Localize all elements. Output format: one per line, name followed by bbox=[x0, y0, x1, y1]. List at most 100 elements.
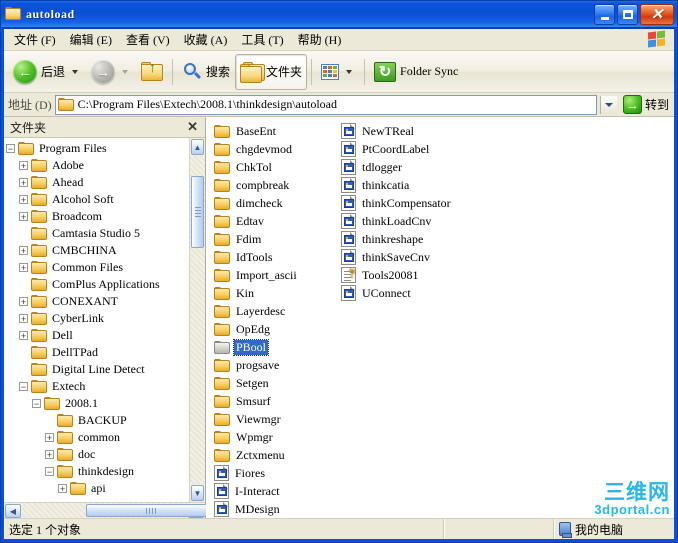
tree-scroll-thumb[interactable] bbox=[191, 176, 204, 248]
file-list-item[interactable]: MDesign bbox=[214, 500, 342, 518]
tree-item[interactable]: BACKUP bbox=[4, 412, 189, 429]
expand-icon[interactable]: + bbox=[19, 263, 28, 272]
tree-item[interactable]: − Program Files bbox=[4, 140, 189, 157]
tree-item[interactable]: − 2008.1 bbox=[4, 395, 189, 412]
tree-item[interactable]: − thinkdesign bbox=[4, 463, 189, 480]
file-list-item[interactable]: ChkTol bbox=[214, 158, 342, 176]
file-list-item[interactable]: PtCoordLabel bbox=[341, 140, 521, 158]
file-list-item[interactable]: Viewmgr bbox=[214, 410, 342, 428]
menu-edit[interactable]: 编辑 (E) bbox=[63, 29, 119, 51]
folder-sync-button[interactable]: Folder Sync bbox=[369, 54, 463, 90]
tree-item[interactable]: − Extech bbox=[4, 378, 189, 395]
back-dropdown-icon[interactable] bbox=[72, 69, 79, 74]
file-list-item[interactable]: progsave bbox=[214, 356, 342, 374]
file-list[interactable]: BaseEnt chgdevmod ChkTol compbreak dimcheck E… bbox=[206, 117, 674, 518]
tree-item[interactable]: + Common Files bbox=[4, 259, 189, 276]
address-input[interactable]: C:\Program Files\Extech\2008.1\thinkdesi… bbox=[54, 94, 597, 115]
file-list-item[interactable]: compbreak bbox=[214, 176, 342, 194]
collapse-icon[interactable]: − bbox=[45, 467, 54, 476]
file-list-item[interactable]: dimcheck bbox=[214, 194, 342, 212]
file-list-item[interactable]: IdTools bbox=[214, 248, 342, 266]
tree-item[interactable]: + CyberLink bbox=[4, 310, 189, 327]
file-list-item[interactable]: Fdim bbox=[214, 230, 342, 248]
file-list-item[interactable]: thinkLoadCnv bbox=[341, 212, 521, 230]
search-button[interactable]: 搜索 bbox=[177, 54, 235, 90]
tree-scroll-track[interactable] bbox=[190, 156, 205, 484]
file-list-item[interactable]: UConnect bbox=[341, 284, 521, 302]
tree-item[interactable]: + Ahead bbox=[4, 174, 189, 191]
collapse-icon[interactable]: − bbox=[6, 144, 15, 153]
tree-item[interactable]: ComPlus Applications bbox=[4, 276, 189, 293]
menu-view[interactable]: 查看 (V) bbox=[119, 29, 177, 51]
file-list-item[interactable]: thinkSaveCnv bbox=[341, 248, 521, 266]
file-list-item[interactable]: Fiores bbox=[214, 464, 342, 482]
file-list-item[interactable]: Setgen bbox=[214, 374, 342, 392]
forward-button[interactable]: → bbox=[86, 54, 136, 90]
expand-icon[interactable]: + bbox=[19, 331, 28, 340]
menu-favorites[interactable]: 收藏 (A) bbox=[177, 29, 235, 51]
go-button[interactable]: 转到 bbox=[620, 94, 672, 116]
tree-item[interactable]: + Alcohol Soft bbox=[4, 191, 189, 208]
expand-icon[interactable]: + bbox=[19, 178, 28, 187]
expand-icon[interactable]: + bbox=[58, 484, 67, 493]
scroll-down-icon[interactable]: ▼ bbox=[191, 485, 204, 501]
tree-item[interactable]: + CONEXANT bbox=[4, 293, 189, 310]
tree-item[interactable]: + common bbox=[4, 429, 189, 446]
file-list-item[interactable]: OpEdg bbox=[214, 320, 342, 338]
tree-hscroll-track[interactable] bbox=[22, 503, 216, 518]
expand-icon[interactable]: + bbox=[19, 195, 28, 204]
tree-vertical-scrollbar[interactable]: ▲ ▼ bbox=[189, 138, 205, 502]
expand-icon[interactable]: + bbox=[45, 450, 54, 459]
tree-item[interactable]: + Broadcom bbox=[4, 208, 189, 225]
file-list-item[interactable]: NewTReal bbox=[341, 122, 521, 140]
file-list-item[interactable]: Smsurf bbox=[214, 392, 342, 410]
file-list-item[interactable]: I-Interact bbox=[214, 482, 342, 500]
file-list-item[interactable]: chgdevmod bbox=[214, 140, 342, 158]
forward-dropdown-icon[interactable] bbox=[122, 69, 129, 74]
file-list-item[interactable]: thinkcatia bbox=[341, 176, 521, 194]
expand-icon[interactable]: + bbox=[45, 433, 54, 442]
tree-item[interactable]: + Adobe bbox=[4, 157, 189, 174]
menu-file[interactable]: 文件 (F) bbox=[7, 29, 63, 51]
expand-icon[interactable]: + bbox=[19, 212, 28, 221]
menu-tools[interactable]: 工具 (T) bbox=[234, 29, 290, 51]
back-button[interactable]: ← 后退 bbox=[8, 54, 86, 90]
collapse-icon[interactable]: − bbox=[19, 382, 28, 391]
file-list-item[interactable]: ? Tools20081 bbox=[341, 266, 521, 284]
file-list-item[interactable]: Kin bbox=[214, 284, 342, 302]
tree-item[interactable]: Digital Line Detect bbox=[4, 361, 189, 378]
tree-item[interactable]: + CMBCHINA bbox=[4, 242, 189, 259]
file-list-item[interactable]: Zctxmenu bbox=[214, 446, 342, 464]
file-list-item[interactable]: Edtav bbox=[214, 212, 342, 230]
file-list-item[interactable]: BaseEnt bbox=[214, 122, 342, 140]
file-list-item[interactable]: thinkreshape bbox=[341, 230, 521, 248]
tree-item[interactable]: Camtasia Studio 5 bbox=[4, 225, 189, 242]
close-button[interactable]: ✕ bbox=[640, 4, 674, 25]
scroll-up-icon[interactable]: ▲ bbox=[191, 139, 204, 155]
expand-icon[interactable]: + bbox=[19, 161, 28, 170]
views-button[interactable] bbox=[316, 54, 360, 90]
tree-item[interactable]: + api bbox=[4, 480, 189, 497]
up-button[interactable]: ↑ bbox=[136, 54, 168, 90]
views-dropdown-icon[interactable] bbox=[346, 69, 353, 74]
folders-button[interactable]: 文件夹 bbox=[235, 53, 308, 90]
file-list-item[interactable]: Wpmgr bbox=[214, 428, 342, 446]
tree-hscroll-thumb[interactable] bbox=[86, 504, 216, 517]
address-dropdown-button[interactable] bbox=[599, 95, 617, 114]
tree-item[interactable]: DellTPad bbox=[4, 344, 189, 361]
expand-icon[interactable]: + bbox=[19, 314, 28, 323]
tree-horizontal-scrollbar[interactable]: ◀ ▶ bbox=[4, 502, 216, 518]
file-list-item[interactable]: thinkCompensator bbox=[341, 194, 521, 212]
file-list-item[interactable]: Layerdesc bbox=[214, 302, 342, 320]
minimize-button[interactable] bbox=[594, 4, 615, 25]
maximize-button[interactable] bbox=[617, 4, 638, 25]
file-list-item[interactable]: Import_ascii bbox=[214, 266, 342, 284]
menu-help[interactable]: 帮助 (H) bbox=[291, 29, 349, 51]
expand-icon[interactable]: + bbox=[19, 246, 28, 255]
collapse-icon[interactable]: − bbox=[32, 399, 41, 408]
folders-tree[interactable]: − Program Files + Adobe + Ahead + Alcohol Soft +… bbox=[4, 138, 189, 502]
file-list-item[interactable]: PBool bbox=[214, 338, 342, 356]
expand-icon[interactable]: + bbox=[19, 297, 28, 306]
tree-item[interactable]: + doc bbox=[4, 446, 189, 463]
close-icon[interactable]: ✕ bbox=[184, 120, 201, 133]
